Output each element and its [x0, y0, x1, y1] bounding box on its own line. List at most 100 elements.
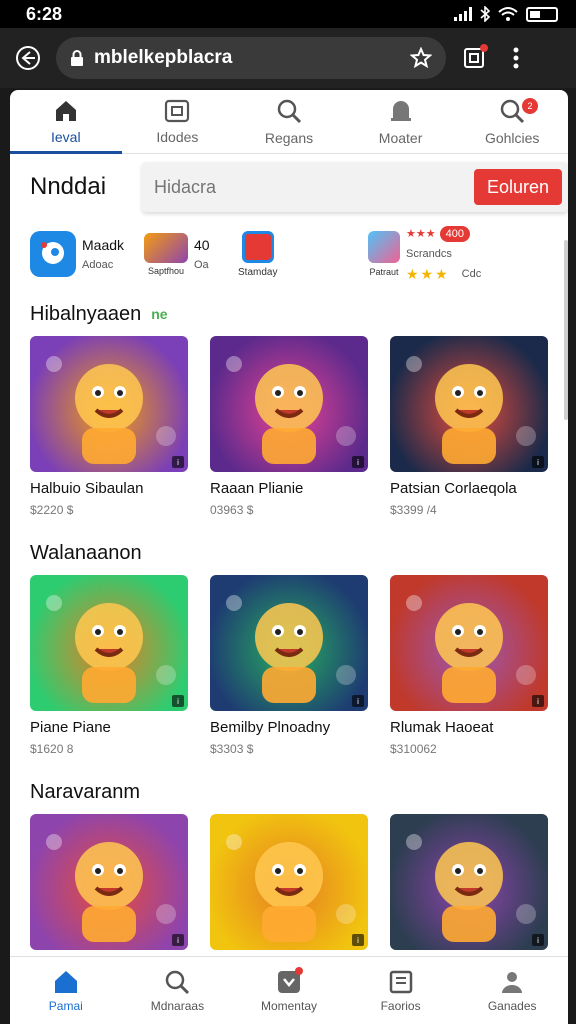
game-thumbnail[interactable]: i: [30, 814, 188, 950]
character-illustration: [226, 595, 356, 703]
game-card[interactable]: iRana Piang: [390, 814, 548, 975]
notification-dot: [295, 967, 304, 975]
section-tag: ne: [151, 306, 168, 322]
info-icon: i: [352, 695, 364, 707]
chip-rated[interactable]: Patraut ★★★ 400 Scrandcs ★★★ Cdc: [368, 225, 481, 283]
game-card[interactable]: i Patsian Corlaeqola $3399 /4: [390, 336, 548, 517]
search-icon: [500, 99, 525, 123]
star-icon[interactable]: [410, 47, 432, 69]
game-card[interactable]: i Piane Piane $1620 8: [30, 575, 188, 756]
game-price: $2220 $: [30, 503, 74, 517]
bluetooth-icon: [480, 6, 490, 22]
game-card[interactable]: iGaras sular: [210, 814, 368, 975]
nav-downloads[interactable]: Momentay: [233, 957, 345, 1024]
character-illustration: [406, 595, 536, 703]
search-title: Nnddai: [30, 173, 107, 200]
nav-home[interactable]: Pamai: [10, 957, 122, 1024]
tab-notifications[interactable]: Moater: [345, 90, 457, 153]
game-app-icon: [144, 232, 188, 263]
game-section: Hibalnyaaen ne i Halbuio Sibaulan $2220 $ i Ra…: [10, 292, 568, 517]
game-price: 03963 $: [210, 503, 254, 517]
tab-home[interactable]: Ieval: [10, 90, 122, 154]
character-illustration: [46, 834, 176, 942]
nav-label: Faorios: [380, 998, 421, 1013]
game-name: Patsian Corlaeqola: [390, 480, 517, 497]
wifi-icon: [498, 7, 518, 21]
game-section: Walanaanon i Piane Piane $1620 8 i Bemilby Pl…: [10, 531, 568, 756]
tab-policies[interactable]: 2 Gohlcies: [456, 90, 568, 153]
game-thumbnail[interactable]: i: [210, 814, 368, 950]
red-app-icon: [241, 230, 274, 263]
browser-toolbar: mblelkepblacra: [0, 28, 576, 88]
rating-pill: 400: [439, 225, 470, 242]
status-time: 6:28: [26, 3, 63, 24]
avatar-app-icon: [368, 231, 400, 263]
character-illustration: [46, 595, 176, 703]
section-heading: Naravaranm: [30, 780, 141, 803]
game-price: $1620 8: [30, 742, 74, 756]
game-grid: iKiana I MaceiGaras sulariRana Piang: [30, 814, 548, 975]
game-name: Raaan Plianie: [210, 480, 304, 497]
game-thumbnail[interactable]: i: [210, 575, 368, 711]
game-thumbnail[interactable]: i: [390, 575, 548, 711]
address-bar[interactable]: mblelkepblacra: [56, 37, 446, 79]
character-illustration: [226, 834, 356, 942]
character-illustration: [406, 356, 536, 464]
section-title: Walanaanon: [30, 531, 548, 575]
tab-search[interactable]: Regans: [233, 90, 345, 153]
info-icon: i: [532, 456, 544, 468]
chat-app-icon: [30, 231, 76, 277]
chip-messenger[interactable]: Maadk Adoac: [30, 231, 134, 277]
game-thumbnail[interactable]: i: [30, 575, 188, 711]
game-card[interactable]: i Raaan Plianie 03963 $: [210, 336, 368, 517]
chip-caption: Saptfhou: [147, 265, 185, 276]
search-row: Nnddai Eoluren: [10, 154, 568, 220]
info-icon: i: [532, 695, 544, 707]
chip-caption: Stamday: [238, 266, 278, 278]
chip-title: Maadk: [82, 237, 125, 253]
search-input[interactable]: [154, 176, 474, 198]
nav-library[interactable]: Faorios: [345, 957, 457, 1024]
nav-label: Mdnaraas: [150, 998, 205, 1013]
info-icon: i: [352, 934, 364, 946]
chip-title: 40: [194, 237, 210, 253]
search-icon: [166, 970, 190, 994]
game-price: $3399 /4: [390, 503, 437, 517]
menu-icon[interactable]: [502, 44, 530, 72]
character-illustration: [226, 356, 356, 464]
tabs-icon[interactable]: [460, 44, 488, 72]
lock-icon: [71, 50, 83, 66]
top-tabs: Ieval Idodes Regans Moater 2 Gohlcies: [10, 90, 568, 154]
chip-caption: Patraut: [369, 267, 399, 277]
chip-standby[interactable]: Stamday: [238, 230, 358, 278]
library-icon: [389, 970, 412, 993]
back-icon[interactable]: [14, 44, 42, 72]
info-icon: i: [172, 695, 184, 707]
tab-images[interactable]: Idodes: [122, 90, 234, 153]
store-page: Ieval Idodes Regans Moater 2 Gohlcies Nn…: [10, 90, 568, 1024]
game-thumbnail[interactable]: i: [390, 336, 548, 472]
search-button[interactable]: Eoluren: [474, 169, 562, 205]
chip-subtitle: Adoac: [82, 259, 114, 271]
tab-label: Moater: [378, 129, 423, 146]
nav-search[interactable]: Mdnaraas: [122, 957, 234, 1024]
info-icon: i: [532, 934, 544, 946]
game-card[interactable]: i Rlumak Haoeat $310062: [390, 575, 548, 756]
game-name: Piane Piane: [30, 719, 111, 736]
game-grid: i Piane Piane $1620 8 i Bemilby Plnoadny $330…: [30, 575, 548, 756]
tab-label: Regans: [264, 129, 314, 146]
game-card[interactable]: iKiana I Mace: [30, 814, 188, 975]
section-heading: Walanaanon: [30, 541, 142, 564]
chip-games[interactable]: Saptfhou 40 Oa: [144, 232, 228, 276]
url-text: mblelkepblacra: [94, 47, 233, 68]
scrollbar[interactable]: [564, 240, 568, 420]
game-thumbnail[interactable]: i: [30, 336, 188, 472]
game-thumbnail[interactable]: i: [390, 814, 548, 950]
home-icon: [54, 970, 77, 993]
game-thumbnail[interactable]: i: [210, 336, 368, 472]
nav-profile[interactable]: Ganades: [456, 957, 568, 1024]
game-card[interactable]: i Halbuio Sibaulan $2220 $: [30, 336, 188, 517]
game-card[interactable]: i Bemilby Plnoadny $3303 $: [210, 575, 368, 756]
star-rating-icon: ★★★: [406, 265, 450, 282]
character-illustration: [406, 834, 536, 942]
